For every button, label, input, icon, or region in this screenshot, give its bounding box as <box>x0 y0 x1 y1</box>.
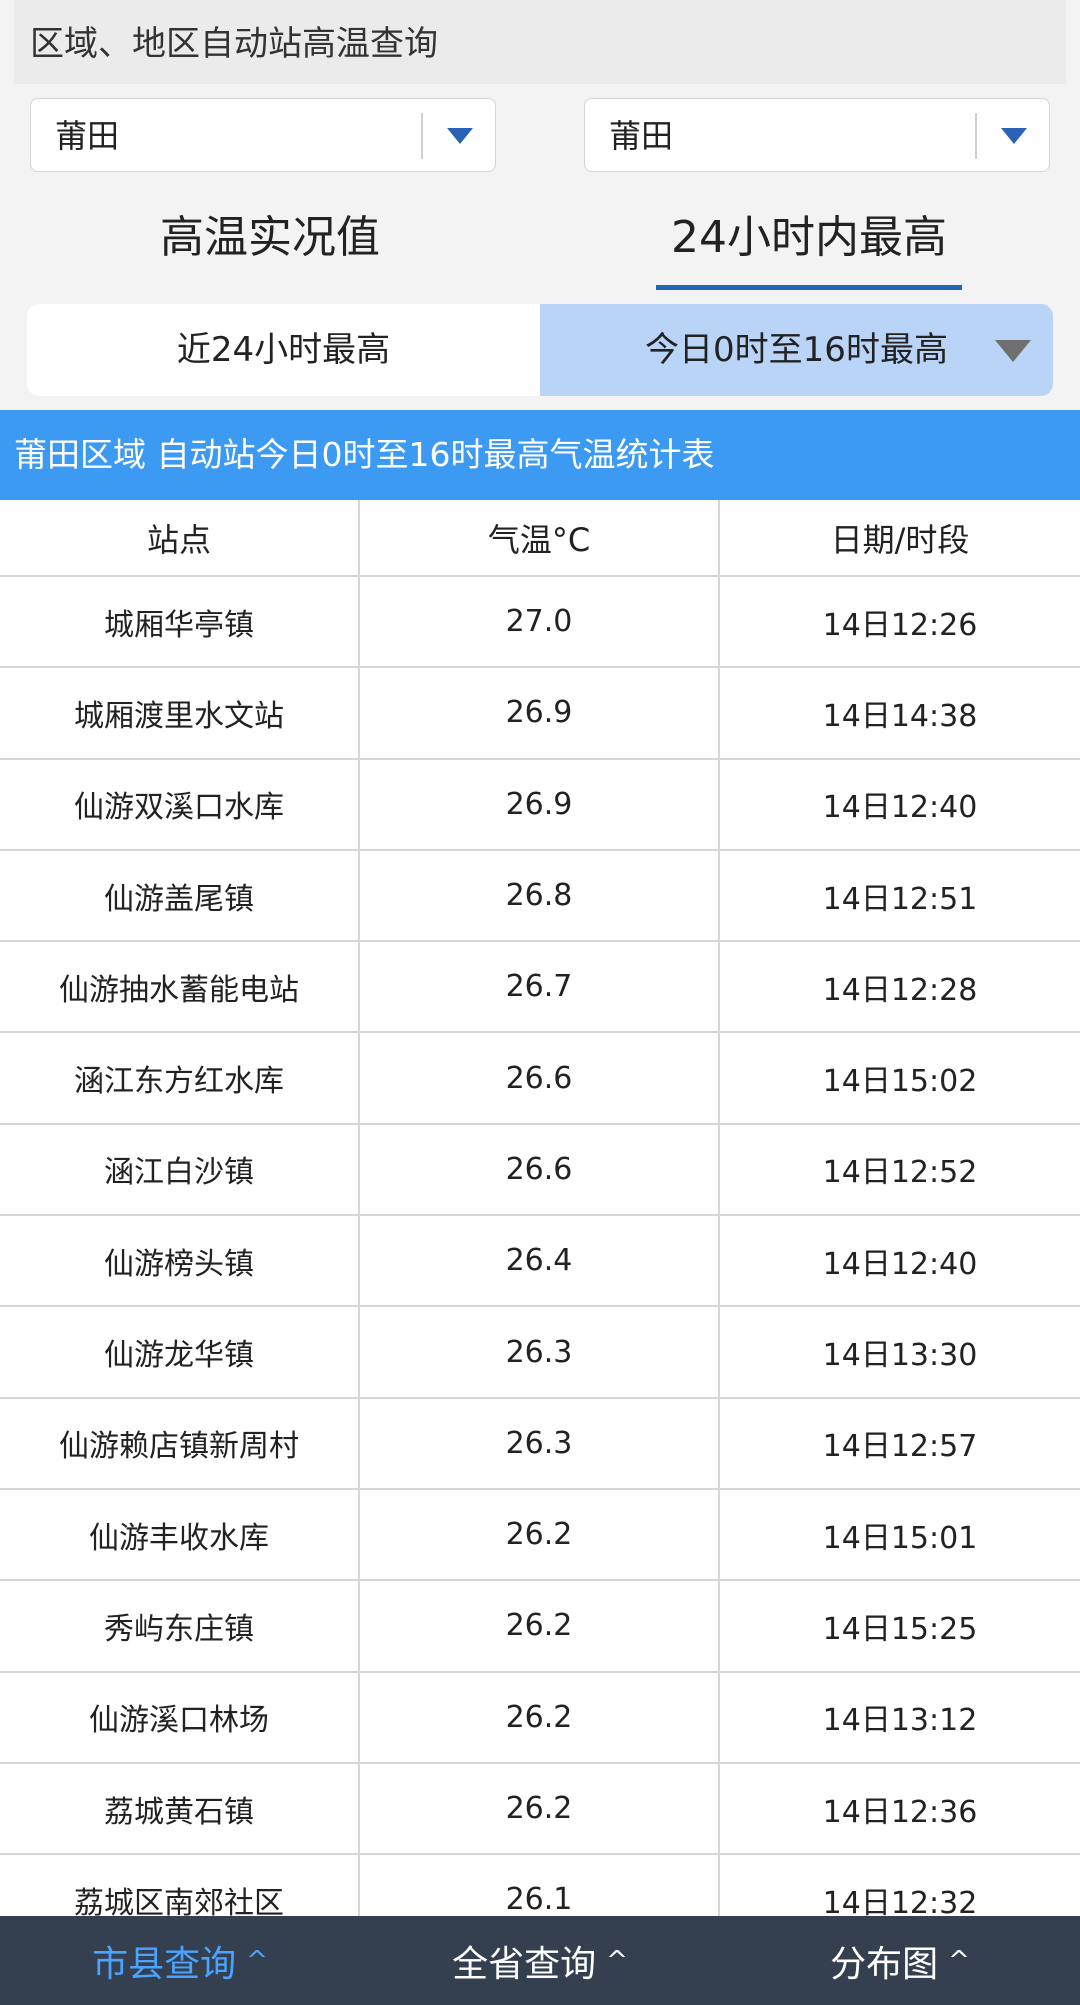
temperature-cell: 26.3 <box>360 1307 720 1397</box>
table-row: 仙游双溪口水库 26.9 14日12:40 <box>0 759 1080 851</box>
station-cell: 仙游双溪口水库 <box>0 759 360 849</box>
table-row: 仙游丰收水库 26.2 14日15:01 <box>0 1489 1080 1582</box>
table-row: 涵江东方红水库 26.6 14日15:02 <box>0 1033 1080 1125</box>
station-cell: 仙游丰收水库 <box>0 1489 360 1580</box>
temperature-cell: 26.2 <box>360 1489 720 1580</box>
bottom-nav: 市县查询 ^ 全省查询 ^ 分布图 ^ <box>0 1916 1080 2005</box>
dropdown-arrow-icon[interactable] <box>447 128 473 144</box>
temperature-cell: 26.1 <box>360 1855 720 1918</box>
datetime-cell: 14日15:02 <box>822 1064 978 1100</box>
temperature-cell: 26.8 <box>360 850 720 941</box>
table-row: 仙游龙华镇 26.3 14日13:30 <box>0 1307 1080 1399</box>
table-row: 仙游抽水蓄能电站 26.7 14日12:28 <box>0 942 1080 1034</box>
datetime-cell: 14日12:57 <box>822 1429 978 1465</box>
header-station: 站点 <box>0 500 360 575</box>
station-cell: 仙游榜头镇 <box>0 1216 360 1306</box>
temperature-cell: 26.9 <box>360 759 720 849</box>
chevron-up-icon: ^ <box>948 1945 970 1976</box>
table-body: 城厢华亭镇 27.0 14日12:26 城厢渡里水文站 26.9 14日14:38 仙游双溪… <box>0 577 1080 1918</box>
temperature-cell: 26.2 <box>360 1672 720 1762</box>
dropdown-triangle-icon[interactable] <box>995 340 1031 362</box>
nav-province-query[interactable]: 全省查询 ^ <box>360 1916 720 2005</box>
station-cell: 秀屿东庄镇 <box>0 1581 360 1671</box>
datetime-cell: 14日13:12 <box>822 1703 978 1739</box>
region-select-value: 莆田 <box>55 117 120 155</box>
header-datetime: 日期/时段 <box>830 520 970 559</box>
table-row: 仙游盖尾镇 26.8 14日12:51 <box>0 850 1080 943</box>
table-row: 城厢华亭镇 27.0 14日12:26 <box>0 577 1080 669</box>
header-temperature: 气温°C <box>360 500 720 575</box>
sub-tabs: 近24小时最高 今日0时至16时最高 <box>27 304 1053 396</box>
chevron-up-icon: ^ <box>606 1945 628 1976</box>
station-cell: 荔城黄石镇 <box>0 1763 360 1854</box>
station-cell: 涵江东方红水库 <box>0 1033 360 1123</box>
table-row: 荔城黄石镇 26.2 14日12:36 <box>0 1763 1080 1856</box>
temperature-cell: 26.2 <box>360 1581 720 1671</box>
station-cell: 涵江白沙镇 <box>0 1124 360 1215</box>
table-title: 莆田区域 自动站今日0时至16时最高气温统计表 <box>14 435 715 474</box>
subtab-label: 近24小时最高 <box>176 330 391 370</box>
table-row: 荔城区南郊社区 26.1 14日12:32 <box>0 1855 1080 1918</box>
temperature-table: 站点 气温°C 日期/时段 城厢华亭镇 27.0 14日12:26 城厢渡里水文站 26… <box>0 500 1080 1918</box>
station-cell: 仙游赖店镇新周村 <box>0 1398 360 1488</box>
nav-city-county-query[interactable]: 市县查询 ^ <box>0 1916 360 2005</box>
dropdown-arrow-icon[interactable] <box>1001 128 1027 144</box>
temperature-cell: 26.6 <box>360 1033 720 1123</box>
datetime-cell: 14日12:40 <box>822 790 978 826</box>
station-cell: 仙游龙华镇 <box>0 1307 360 1397</box>
station-cell: 仙游溪口林场 <box>0 1672 360 1762</box>
table-row: 仙游赖店镇新周村 26.3 14日12:57 <box>0 1398 1080 1490</box>
station-cell: 荔城区南郊社区 <box>0 1855 360 1918</box>
datetime-cell: 14日13:30 <box>822 1338 978 1374</box>
subtab-today-0-16[interactable]: 今日0时至16时最高 <box>540 304 1053 396</box>
table-row: 城厢渡里水文站 26.9 14日14:38 <box>0 668 1080 760</box>
table-row: 仙游溪口林场 26.2 14日13:12 <box>0 1672 1080 1764</box>
select-divider <box>975 113 977 159</box>
temperature-cell: 26.2 <box>360 1763 720 1854</box>
datetime-cell: 14日12:28 <box>822 972 978 1008</box>
station-cell: 城厢华亭镇 <box>0 577 360 667</box>
temperature-cell: 27.0 <box>360 577 720 667</box>
area-select[interactable]: 莆田 <box>584 98 1050 172</box>
station-cell: 仙游抽水蓄能电站 <box>0 942 360 1032</box>
temperature-cell: 26.4 <box>360 1216 720 1306</box>
datetime-cell: 14日14:38 <box>822 698 978 734</box>
chevron-up-icon: ^ <box>246 1945 268 1976</box>
nav-distribution-map[interactable]: 分布图 ^ <box>720 1916 1080 2005</box>
table-title-banner: 莆田区域 自动站今日0时至16时最高气温统计表 <box>0 410 1080 500</box>
temperature-cell: 26.6 <box>360 1124 720 1215</box>
nav-label: 分布图 <box>830 1943 939 1985</box>
tab-current-high[interactable]: 高温实况值 <box>130 196 410 292</box>
temperature-cell: 26.7 <box>360 942 720 1032</box>
main-tabs: 高温实况值 24小时内最高 <box>0 196 1080 292</box>
station-cell: 仙游盖尾镇 <box>0 850 360 941</box>
subtab-last-24h[interactable]: 近24小时最高 <box>27 304 540 396</box>
select-divider <box>421 113 423 159</box>
table-row: 仙游榜头镇 26.4 14日12:40 <box>0 1216 1080 1308</box>
table-header-row: 站点 气温°C 日期/时段 <box>0 500 1080 577</box>
datetime-cell: 14日12:52 <box>822 1155 978 1191</box>
table-row: 秀屿东庄镇 26.2 14日15:25 <box>0 1581 1080 1673</box>
datetime-cell: 14日15:01 <box>822 1520 978 1556</box>
nav-label: 全省查询 <box>452 1943 597 1985</box>
region-select[interactable]: 莆田 <box>30 98 496 172</box>
datetime-cell: 14日12:51 <box>822 881 978 917</box>
temperature-cell: 26.9 <box>360 668 720 758</box>
datetime-cell: 14日12:26 <box>822 607 978 643</box>
station-cell: 城厢渡里水文站 <box>0 668 360 758</box>
datetime-cell: 14日12:40 <box>822 1246 978 1282</box>
datetime-cell: 14日12:32 <box>822 1885 978 1918</box>
nav-label: 市县查询 <box>92 1943 237 1985</box>
area-select-value: 莆田 <box>609 117 674 155</box>
tab-24h-high[interactable]: 24小时内最高 <box>656 196 962 292</box>
datetime-cell: 14日15:25 <box>822 1611 978 1647</box>
table-row: 涵江白沙镇 26.6 14日12:52 <box>0 1124 1080 1217</box>
page-title: 区域、地区自动站高温查询 <box>30 24 438 64</box>
temperature-cell: 26.3 <box>360 1398 720 1488</box>
page-header: 区域、地区自动站高温查询 <box>14 0 1066 84</box>
datetime-cell: 14日12:36 <box>822 1794 978 1830</box>
subtab-label: 今日0时至16时最高 <box>645 330 948 370</box>
